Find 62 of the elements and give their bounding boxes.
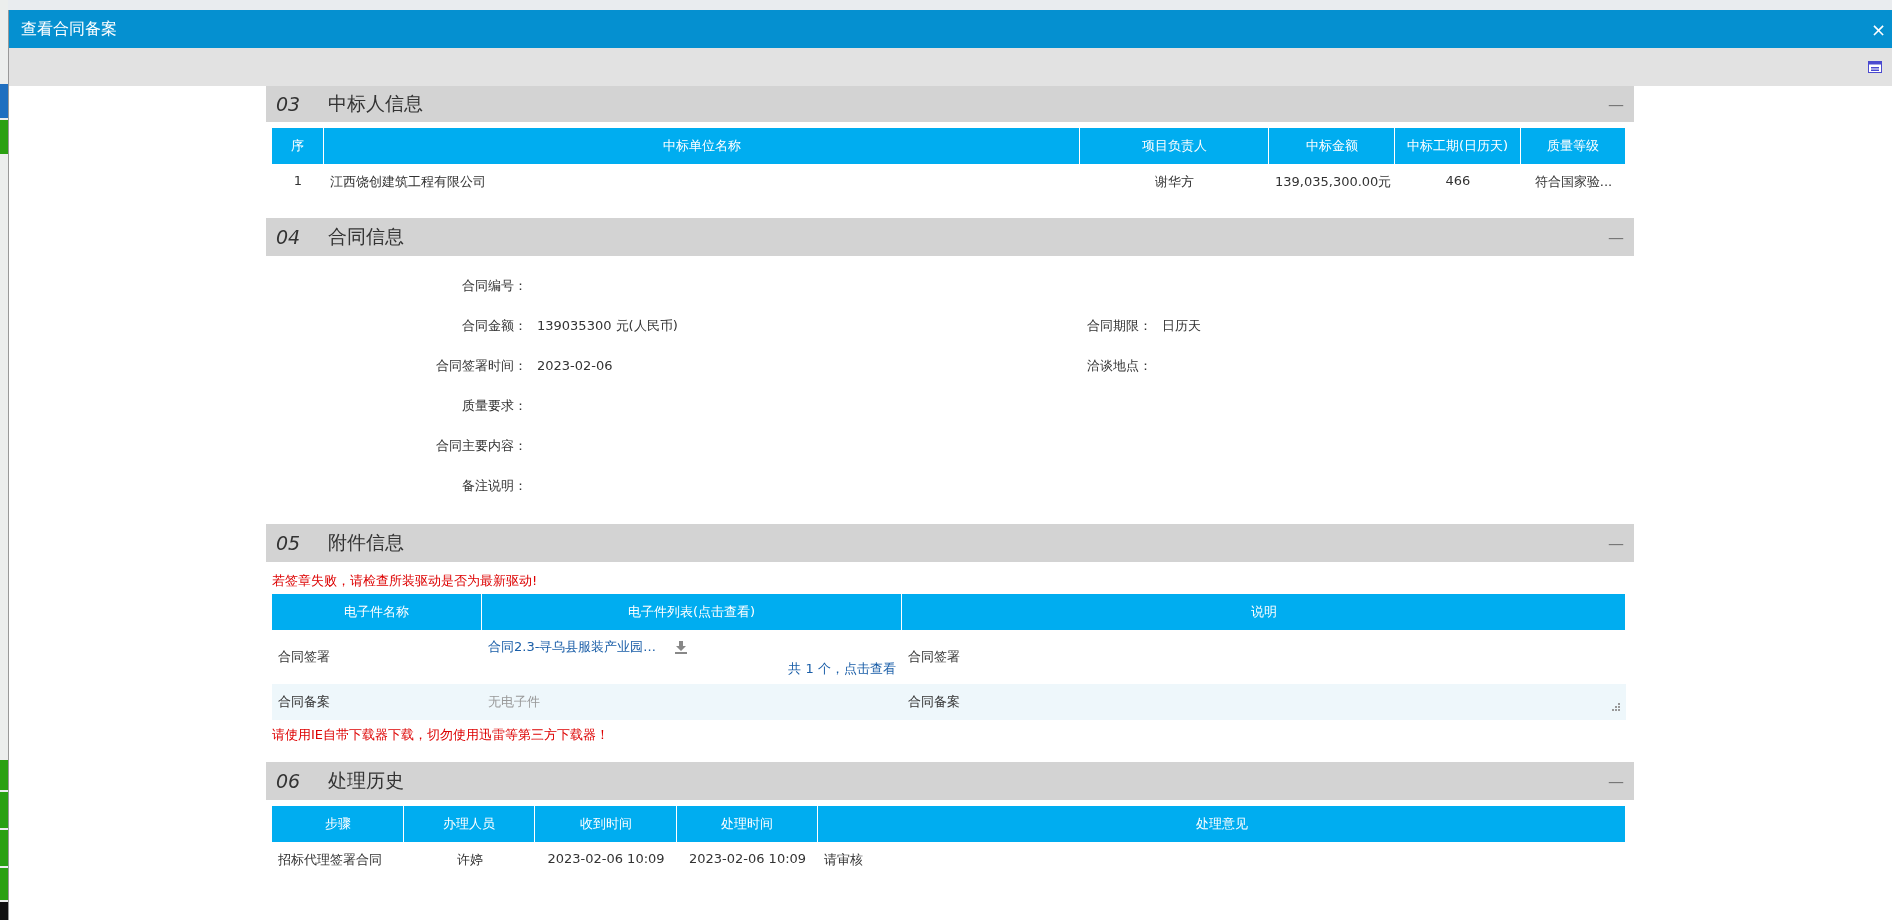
form-icon[interactable] bbox=[1868, 61, 1882, 73]
column-header: 处理意见 bbox=[818, 806, 1626, 842]
field-label: 合同期限： bbox=[1087, 318, 1152, 333]
download-icon[interactable] bbox=[673, 640, 688, 654]
table-cell-text: 2023-02-06 10:09 bbox=[687, 850, 808, 868]
collapse-button[interactable]: — bbox=[1608, 533, 1624, 553]
field-value: 日历天 bbox=[1162, 318, 1201, 333]
collapse-button[interactable]: — bbox=[1608, 227, 1624, 247]
table-cell: 合同备案 bbox=[908, 693, 960, 711]
window-title: 查看合同备案 bbox=[21, 18, 117, 40]
collapse-button[interactable]: — bbox=[1608, 771, 1624, 791]
table-cell-text: 许婷 bbox=[455, 851, 484, 869]
column-header: 电子件列表(点击查看) bbox=[482, 594, 902, 630]
table-cell-text: 466 bbox=[1444, 172, 1472, 190]
section-title: 处理历史 bbox=[328, 768, 405, 793]
field-value: 2023-02-06 bbox=[537, 358, 613, 373]
column-header: 质量等级 bbox=[1521, 128, 1626, 164]
column-header: 说明 bbox=[902, 594, 1626, 630]
section-number: 04 bbox=[276, 226, 302, 248]
file-link[interactable]: 合同2.3-寻乌县服装产业园... bbox=[488, 638, 656, 656]
column-header: 电子件名称 bbox=[272, 594, 482, 630]
table-cell-text: 谢华方 bbox=[1154, 173, 1195, 191]
section-title: 中标人信息 bbox=[328, 91, 424, 116]
column-header: 中标工期(日历天) bbox=[1395, 128, 1521, 164]
section-title: 合同信息 bbox=[328, 224, 405, 249]
table-cell: 合同备案 bbox=[272, 684, 482, 720]
column-header: 收到时间 bbox=[535, 806, 677, 842]
collapse-button[interactable]: — bbox=[1608, 94, 1624, 114]
table-cell-text: 合同签署 bbox=[277, 648, 331, 666]
close-button[interactable]: × bbox=[1870, 18, 1886, 40]
column-header: 中标金额 bbox=[1269, 128, 1395, 164]
table-cell-text: 请审核 bbox=[823, 851, 864, 869]
column-header: 项目负责人 bbox=[1080, 128, 1269, 164]
table-cell: 无电子件 bbox=[488, 693, 540, 711]
field-label: 洽谈地点： bbox=[1087, 358, 1152, 373]
table-cell: 合同签署 bbox=[908, 648, 960, 666]
table-cell-text: 招标代理签署合同 bbox=[277, 851, 383, 869]
section-number: 06 bbox=[276, 770, 302, 792]
column-header: 处理时间 bbox=[677, 806, 818, 842]
field-label: 合同编号： bbox=[461, 277, 527, 295]
field-label: 备注说明： bbox=[461, 477, 527, 495]
resize-grip-icon[interactable] bbox=[1611, 702, 1620, 711]
table-cell-text: 2023-02-06 10:09 bbox=[546, 850, 666, 868]
table-cell-text: 符合国家验... bbox=[1533, 173, 1614, 191]
field-label: 合同金额： bbox=[461, 317, 527, 335]
column-header: 中标单位名称 bbox=[324, 128, 1080, 164]
section-number: 03 bbox=[276, 93, 302, 115]
field-value: 139035300 元(人民币) bbox=[537, 318, 678, 333]
field-label: 合同签署时间： bbox=[435, 357, 527, 375]
table-cell-text: 139,035,300.00元 bbox=[1274, 173, 1393, 191]
table-cell-text: 1 bbox=[292, 172, 304, 190]
column-header: 办理人员 bbox=[404, 806, 535, 842]
warning-text: 若签章失败，请检查所装驱动是否为最新驱动! bbox=[272, 572, 539, 590]
section-number: 05 bbox=[276, 532, 302, 554]
table-cell-text: 江西饶创建筑工程有限公司 bbox=[329, 173, 487, 191]
view-all-link[interactable]: 共 1 个，点击查看 bbox=[788, 660, 896, 678]
field-label: 质量要求： bbox=[461, 397, 527, 415]
column-header: 序 bbox=[272, 128, 324, 164]
field-label: 合同主要内容： bbox=[435, 437, 527, 455]
section-title: 附件信息 bbox=[328, 530, 405, 555]
warning-text: 请使用IE自带下载器下载，切勿使用迅雷等第三方下载器！ bbox=[272, 726, 611, 744]
column-header: 步骤 bbox=[272, 806, 404, 842]
